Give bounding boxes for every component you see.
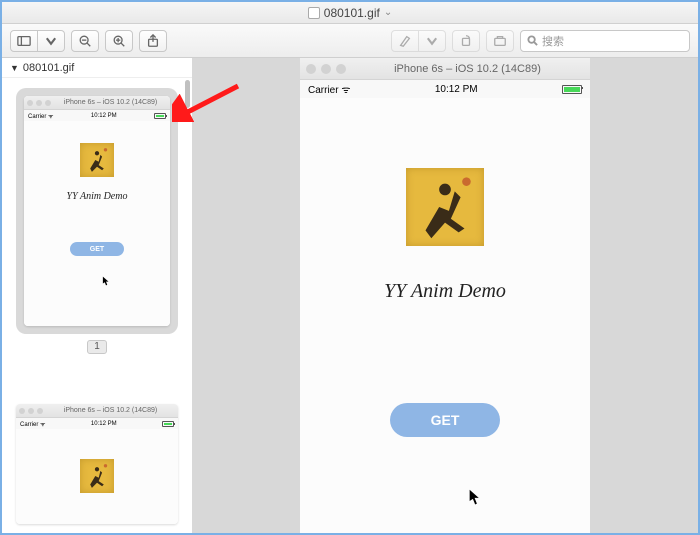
get-button-thumb: GET — [70, 242, 124, 256]
zoom-out-button[interactable] — [71, 30, 99, 52]
sidebar-scrollbar[interactable] — [185, 80, 190, 108]
sim-statusbar-thumb: Carrier ᯤ 10:12 PM — [24, 110, 170, 121]
sidebar-view-dropdown[interactable] — [38, 30, 65, 52]
search-placeholder: 搜索 — [542, 33, 564, 49]
share-button[interactable] — [139, 30, 167, 52]
markup-group — [391, 30, 446, 52]
app-title: YY Anim Demo — [384, 280, 506, 303]
markup-toolbar-button[interactable] — [486, 30, 514, 52]
search-icon — [527, 35, 538, 46]
traffic-close-icon — [306, 64, 316, 74]
disclosure-triangle-icon: ▼ — [10, 63, 19, 73]
ios-status-bar: Carrier ᯤ 10:12 PM — [300, 80, 590, 98]
sim-window-titlebar: iPhone 6s – iOS 10.2 (14C89) — [300, 58, 590, 80]
preview-pane: iPhone 6s – iOS 10.2 (14C89) Carrier ᯤ 1… — [192, 58, 698, 533]
simulator-window: iPhone 6s – iOS 10.2 (14C89) Carrier ᯤ 1… — [300, 58, 590, 533]
app-logo-thumb — [80, 143, 114, 177]
thumbnail-sidebar: ▼ 080101.gif iPhone 6s – iOS 10.2 (14C89… — [2, 58, 192, 533]
highlight-dropdown[interactable] — [419, 30, 446, 52]
carrier-label: Carrier ᯤ — [308, 82, 350, 96]
app-logo — [406, 168, 484, 246]
sim-titlebar-text: iPhone 6s – iOS 10.2 (14C89) — [351, 63, 584, 75]
traffic-zoom-icon — [336, 64, 346, 74]
status-time: 10:12 PM — [435, 84, 478, 95]
thumbnail-2[interactable]: iPhone 6s – iOS 10.2 (14C89) Carrier ᯤ10… — [16, 404, 178, 524]
battery-icon — [562, 85, 582, 94]
app-screen: YY Anim Demo GET — [300, 98, 590, 533]
page-number-badge[interactable]: 1 — [87, 340, 107, 354]
wifi-icon: ᯤ — [341, 85, 350, 96]
zoom-in-button[interactable] — [105, 30, 133, 52]
get-button[interactable]: GET — [390, 403, 500, 437]
toolbar: 搜索 — [2, 24, 698, 58]
sidebar-view-group — [10, 30, 65, 52]
sidebar-file-header[interactable]: ▼ 080101.gif — [2, 58, 192, 78]
traffic-minimize-icon — [321, 64, 331, 74]
highlight-button[interactable] — [391, 30, 419, 52]
title-chevron-icon[interactable]: ⌄ — [384, 7, 392, 18]
sidebar-toggle-button[interactable] — [10, 30, 38, 52]
cursor-icon-thumb — [102, 276, 110, 286]
sidebar-filename: 080101.gif — [23, 62, 74, 74]
thumbnail-selected[interactable]: iPhone 6s – iOS 10.2 (14C89) Carrier ᯤ 1… — [16, 88, 178, 334]
document-icon — [308, 7, 320, 19]
window-titlebar: 080101.gif ⌄ — [2, 2, 698, 24]
cursor-icon — [468, 488, 482, 506]
rotate-button[interactable] — [452, 30, 480, 52]
window-title: 080101.gif — [324, 6, 380, 20]
sim-window-titlebar-thumb: iPhone 6s – iOS 10.2 (14C89) — [24, 96, 170, 110]
search-field[interactable]: 搜索 — [520, 30, 690, 52]
app-title-thumb: YY Anim Demo — [67, 191, 128, 202]
